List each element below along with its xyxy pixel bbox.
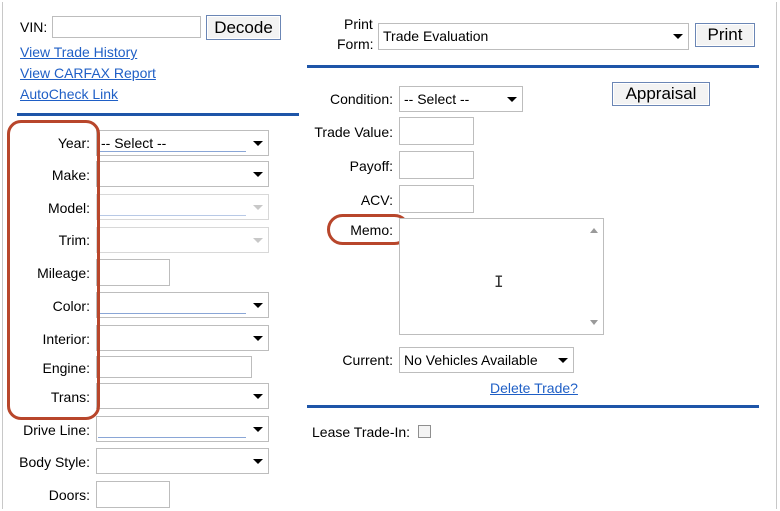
appraisal-button[interactable]: Appraisal <box>612 82 710 106</box>
year-select[interactable]: -- Select -- <box>96 130 269 156</box>
select-underline <box>98 313 246 314</box>
print-form-label-line2: Form: <box>337 36 374 52</box>
year-select-value: -- Select -- <box>101 135 167 151</box>
trans-select[interactable] <box>96 383 269 409</box>
body-style-select[interactable] <box>96 448 269 474</box>
vin-label: VIN: <box>20 19 48 35</box>
scroll-down-arrow-icon[interactable] <box>590 320 598 325</box>
autocheck-link[interactable]: AutoCheck Link <box>20 86 118 102</box>
right-bottom-divider <box>307 405 759 408</box>
text-cursor-icon: I <box>494 272 504 291</box>
trim-select[interactable] <box>96 227 269 253</box>
mileage-input[interactable] <box>96 259 170 286</box>
model-select[interactable] <box>96 194 269 220</box>
chevron-down-icon[interactable] <box>247 449 268 473</box>
color-select[interactable] <box>96 292 269 318</box>
drive-line-label: Drive Line: <box>23 422 90 438</box>
labels-callout-highlight <box>7 120 100 420</box>
make-select[interactable] <box>96 161 269 187</box>
print-form-label-line1: Print <box>344 16 373 32</box>
chevron-down-icon[interactable] <box>247 384 268 408</box>
chevron-down-icon[interactable] <box>501 87 522 111</box>
trade-value-input[interactable] <box>399 117 474 145</box>
memo-scrollbar[interactable] <box>586 219 603 334</box>
payoff-label: Payoff: <box>349 158 393 174</box>
interior-select[interactable] <box>96 325 269 351</box>
acv-label: ACV: <box>360 192 393 208</box>
chevron-down-icon[interactable] <box>247 326 268 350</box>
chevron-down-icon[interactable] <box>247 195 268 219</box>
chevron-down-icon[interactable] <box>552 348 573 372</box>
decode-button[interactable]: Decode <box>206 15 281 40</box>
memo-callout-highlight <box>327 214 410 245</box>
view-carfax-report-link[interactable]: View CARFAX Report <box>20 65 156 81</box>
payoff-input[interactable] <box>399 151 474 179</box>
select-underline <box>98 215 246 216</box>
view-trade-history-link[interactable]: View Trade History <box>20 44 137 60</box>
condition-label: Condition: <box>329 91 393 107</box>
print-form-select-value: Trade Evaluation <box>383 28 489 44</box>
current-select[interactable]: No Vehicles Available <box>399 347 574 373</box>
select-underline <box>98 151 246 152</box>
chevron-down-icon[interactable] <box>247 417 268 441</box>
condition-select[interactable]: -- Select -- <box>399 86 523 112</box>
chevron-down-icon[interactable] <box>247 131 268 155</box>
lease-trade-in-checkbox[interactable] <box>418 425 431 438</box>
chevron-down-icon[interactable] <box>247 293 268 317</box>
delete-trade-link[interactable]: Delete Trade? <box>490 380 578 396</box>
current-label: Current: <box>342 352 393 368</box>
print-button[interactable]: Print <box>695 23 755 47</box>
left-section-divider <box>17 113 299 116</box>
acv-input[interactable] <box>399 185 474 213</box>
trade-value-label: Trade Value: <box>314 124 393 140</box>
condition-select-value: -- Select -- <box>404 91 470 107</box>
current-select-value: No Vehicles Available <box>404 352 538 368</box>
chevron-down-icon[interactable] <box>247 228 268 252</box>
engine-input[interactable] <box>96 356 252 378</box>
doors-input[interactable] <box>96 481 170 508</box>
doors-label: Doors: <box>48 487 90 503</box>
scroll-up-arrow-icon[interactable] <box>590 228 598 233</box>
lease-trade-in-label: Lease Trade-In: <box>312 424 411 440</box>
select-underline <box>98 437 246 438</box>
chevron-down-icon[interactable] <box>247 162 268 186</box>
right-top-divider <box>307 65 759 68</box>
chevron-down-icon[interactable] <box>667 24 688 49</box>
body-style-label: Body Style: <box>19 454 90 470</box>
print-form-select[interactable]: Trade Evaluation <box>378 23 689 50</box>
vin-input[interactable] <box>52 16 201 38</box>
drive-line-select[interactable] <box>96 416 269 442</box>
